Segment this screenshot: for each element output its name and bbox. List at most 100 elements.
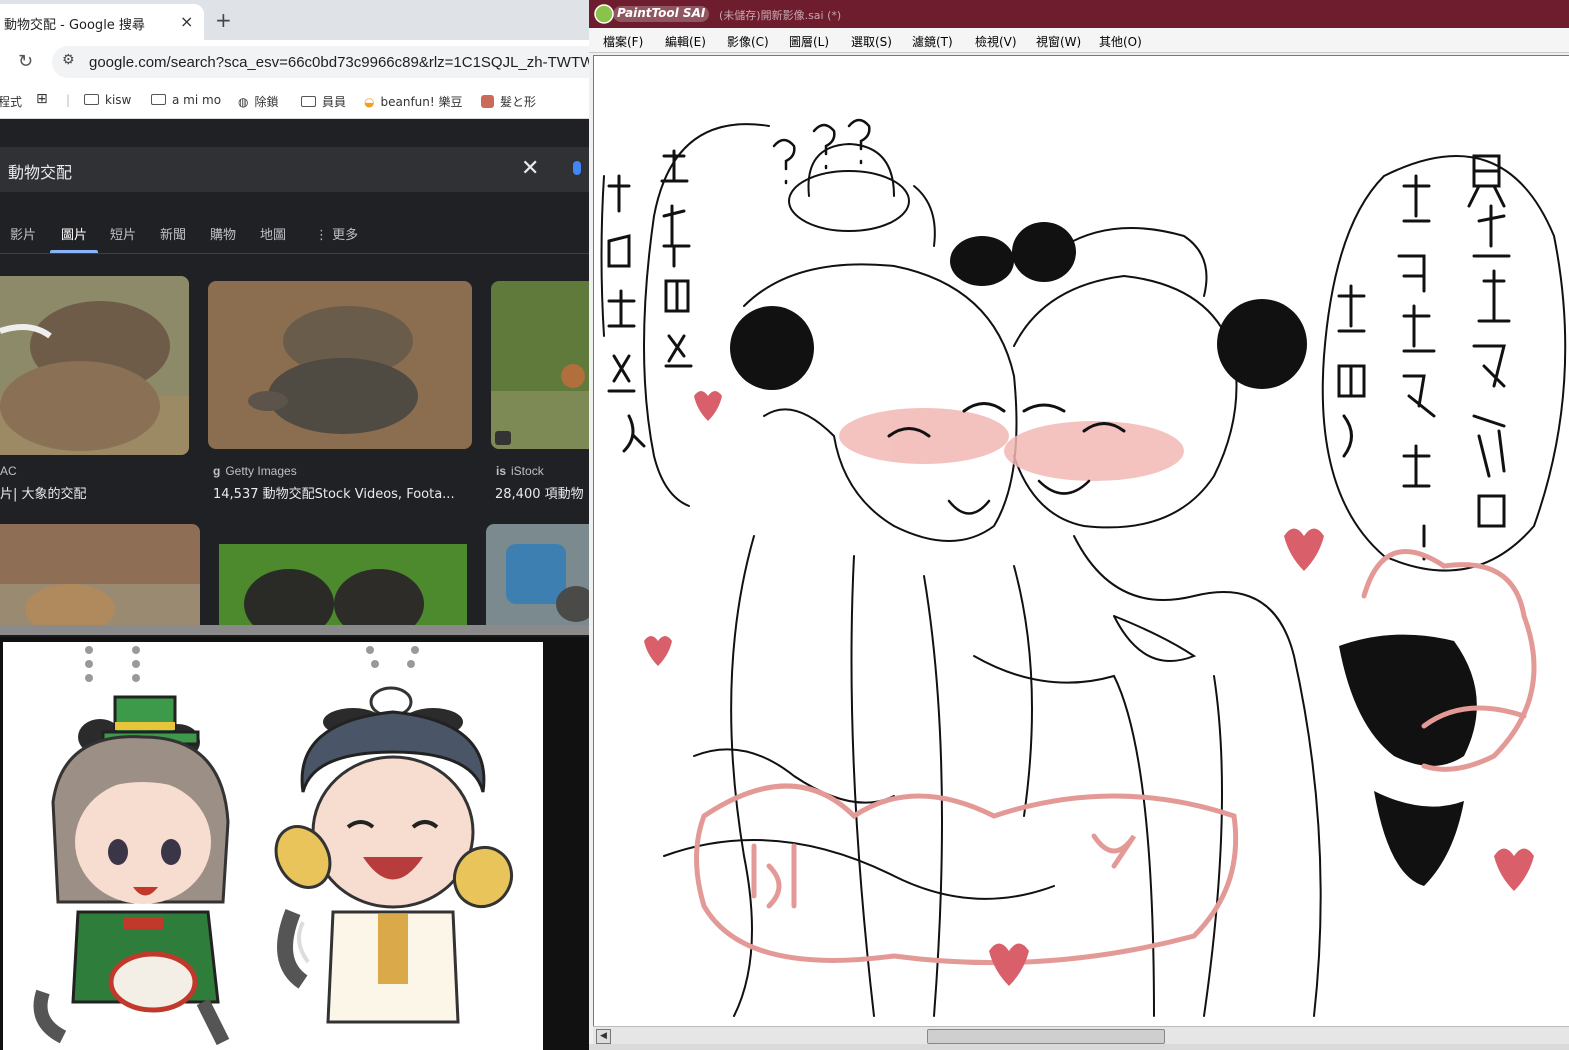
site-info-icon[interactable]: ⚙ [62, 52, 75, 68]
menu-other[interactable]: 其他(O) [1099, 33, 1142, 50]
bookmark-label: beanfun! 樂豆 [380, 95, 463, 109]
reload-icon[interactable]: ↻ [18, 51, 33, 72]
bookmark-apps[interactable]: 程式 [0, 93, 22, 110]
horizontal-scrollbar[interactable]: ◀ [593, 1026, 1569, 1045]
bookmark-hair[interactable]: 髮と形 [481, 93, 536, 110]
elephant-photo [0, 276, 189, 455]
bookmark-label: a mi mo [172, 93, 222, 107]
result-image-dogs[interactable] [486, 524, 589, 634]
blush-marks [839, 408, 1184, 481]
menu-layer[interactable]: 圖層(L) [789, 33, 829, 50]
sai-app-name: PaintTool SAI [617, 6, 706, 20]
result-source-label: Getty Images [225, 464, 297, 478]
bookmark-folder-yuanyuan[interactable]: 員員 [301, 93, 346, 110]
window-border [0, 625, 589, 635]
result-source-label: iStock [511, 464, 544, 478]
keychain-illustration [33, 646, 514, 1046]
image-viewer-window [0, 637, 589, 1050]
menu-image[interactable]: 影像(C) [727, 33, 769, 50]
bookmark-label: 髮と形 [500, 95, 537, 109]
menu-edit[interactable]: 編輯(E) [665, 33, 706, 50]
menu-file[interactable]: 檔案(F) [603, 33, 643, 50]
result-source: g Getty Images [213, 464, 297, 478]
active-tab-indicator [50, 250, 98, 253]
bookmark-label: 員員 [322, 95, 347, 109]
globe-icon: ◍ [238, 95, 249, 109]
tab-more[interactable]: ⋮ 更多 [315, 224, 358, 243]
tab-news[interactable]: 新聞 [160, 224, 186, 243]
speech-bubble-right [1321, 155, 1567, 572]
clear-icon[interactable]: ✕ [521, 156, 539, 181]
menu-select[interactable]: 選取(S) [851, 33, 892, 50]
menu-filter[interactable]: 濾鏡(T) [912, 33, 953, 50]
search-results-page: 動物交配 ✕ 影片 圖片 短片 新聞 購物 地圖 ⋮ 更多 AC 片| 大象的交… [0, 119, 589, 635]
result-image-bonobos[interactable] [219, 524, 467, 634]
result-caption[interactable]: 28,400 項動物 [495, 483, 584, 502]
sai-titlebar: PaintTool SAI (未儲存)開新影像.sai (*) [589, 0, 1569, 28]
video-badge-icon [495, 431, 511, 445]
bookmark-label: kisw [105, 93, 132, 107]
result-image-tortoises[interactable] [208, 281, 472, 449]
microphone-icon[interactable] [573, 161, 581, 175]
sketch-artwork [600, 118, 1567, 1017]
result-caption[interactable]: 14,537 動物交配Stock Videos, Foota... [213, 483, 455, 502]
tab-title: 動物交配 - Google 搜尋 [4, 18, 145, 33]
beanfun-icon: ◒ [364, 95, 375, 109]
search-tabs: 影片 圖片 短片 新聞 購物 地圖 ⋮ 更多 [0, 219, 589, 254]
browser-window: 動物交配 - Google 搜尋 × + ↻ ⚙ google.com/sear… [0, 0, 589, 635]
painttool-sai-window: PaintTool SAI (未儲存)開新影像.sai (*) 檔案(F) 編輯… [589, 0, 1569, 1050]
result-image-elephants[interactable] [0, 276, 189, 455]
address-bar[interactable]: ⚙ google.com/search?sca_esv=66c0bd73c996… [52, 46, 589, 78]
dog-photo [486, 524, 589, 634]
result-caption[interactable]: 片| 大象的交配 [0, 483, 87, 502]
keychain-left-character [33, 695, 230, 1046]
tab-strip: 動物交配 - Google 搜尋 × + [0, 0, 589, 40]
bookmark-site[interactable]: ◍ 除鎖 [238, 93, 279, 110]
zoo-photo [0, 524, 200, 634]
browser-toolbar: ↻ ⚙ google.com/search?sca_esv=66c0bd73c9… [0, 40, 589, 84]
sai-logo: PaintTool SAI [593, 3, 711, 25]
result-image-tortoise-zoo[interactable] [0, 524, 200, 634]
folder-icon [151, 94, 166, 105]
tortoise-photo [208, 281, 472, 449]
bookmark-beanfun[interactable]: ◒ beanfun! 樂豆 [364, 93, 463, 110]
apps-icon[interactable]: ⊞ [36, 91, 48, 107]
sai-menubar: 檔案(F) 編輯(E) 影像(C) 圖層(L) 選取(S) 濾鏡(T) 檢視(V… [589, 28, 1569, 53]
bookmarks-bar: 程式 ⊞ | kisw a mi mo ◍ 除鎖 員員 ◒ beanfun! 樂豆 … [0, 84, 589, 119]
url-text: google.com/search?sca_esv=66c0bd73c9966c… [89, 54, 589, 71]
bookmark-favicon [481, 95, 494, 108]
istock-icon: is [496, 464, 507, 478]
sai-status-bar [589, 1044, 1569, 1050]
keychain-right-character [274, 686, 514, 1024]
bookmarks-divider: | [66, 93, 71, 107]
monkey-photo [491, 281, 589, 449]
panda-ears [730, 222, 1477, 886]
folder-icon [84, 94, 99, 105]
result-source: AC [0, 464, 17, 478]
bookmark-label: 除鎖 [254, 95, 279, 109]
new-tab-button[interactable]: + [215, 8, 232, 32]
bookmark-label: 程式 [0, 95, 23, 109]
menu-window[interactable]: 視窗(W) [1036, 33, 1081, 50]
tab-images[interactable]: 圖片 [61, 224, 87, 243]
bookmark-folder-kisw[interactable]: kisw [84, 93, 131, 107]
scroll-thumb[interactable] [927, 1029, 1165, 1044]
tab-shorts[interactable]: 短片 [110, 224, 136, 243]
scroll-left-arrow-icon[interactable]: ◀ [596, 1029, 611, 1044]
search-input[interactable]: 動物交配 [8, 159, 72, 183]
drawing-canvas[interactable] [593, 55, 1569, 1027]
result-source: is iStock [496, 464, 544, 478]
tab-close-icon[interactable]: × [180, 12, 193, 31]
search-box[interactable]: 動物交配 ✕ [0, 147, 589, 192]
tab-shopping[interactable]: 購物 [210, 224, 236, 243]
browser-tab[interactable]: 動物交配 - Google 搜尋 × [0, 4, 204, 40]
sai-document-title: (未儲存)開新影像.sai (*) [719, 9, 842, 22]
tab-maps[interactable]: 地圖 [260, 224, 286, 243]
keychain-reference-image [3, 642, 543, 1050]
bookmark-folder-amimo[interactable]: a mi mo [151, 93, 221, 107]
tab-videos[interactable]: 影片 [10, 224, 36, 243]
folder-icon [301, 96, 316, 107]
menu-view[interactable]: 檢視(V) [975, 33, 1017, 50]
result-image-monkey[interactable] [491, 281, 589, 449]
getty-icon: g [213, 464, 221, 478]
